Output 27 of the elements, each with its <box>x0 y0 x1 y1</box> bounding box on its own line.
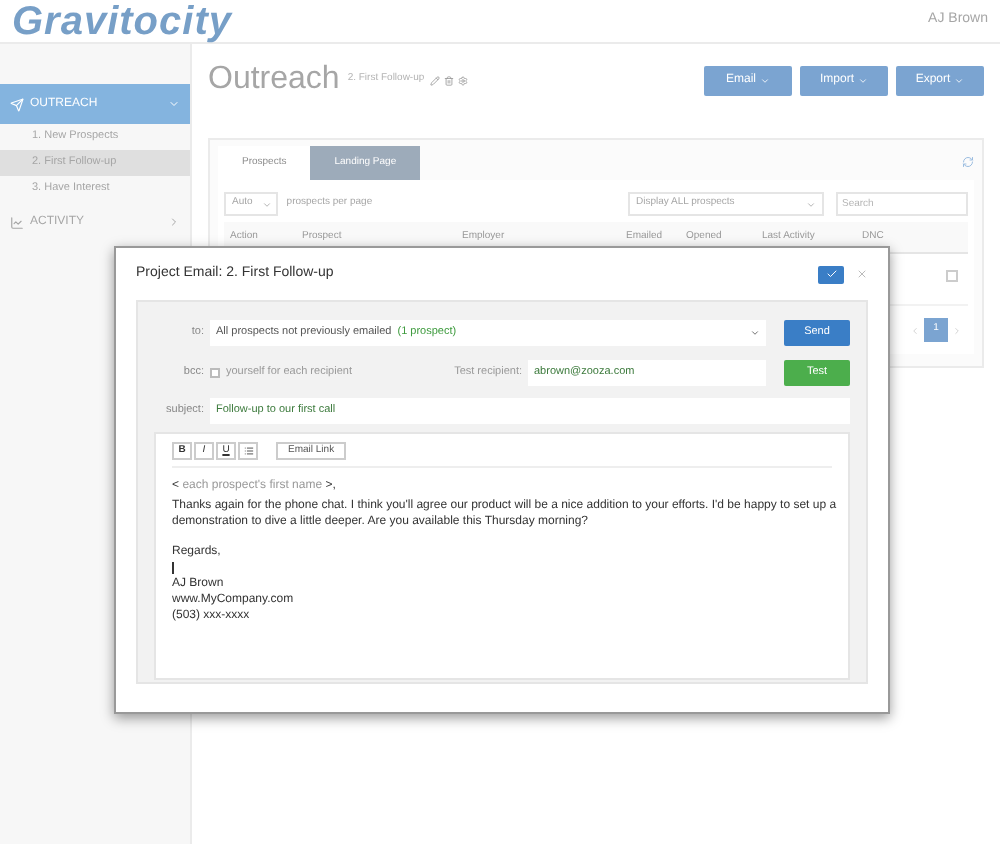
page-title: Outreach <box>208 60 340 100</box>
next-icon <box>952 325 962 335</box>
email-editor[interactable] <box>154 432 850 680</box>
row-checkbox[interactable] <box>946 270 958 282</box>
caret-icon <box>262 199 273 209</box>
chevron-icon <box>168 98 180 110</box>
edit-icon <box>430 75 441 85</box>
chevron-icon <box>168 216 180 228</box>
section-icon <box>10 215 24 229</box>
caret-icon <box>750 327 760 337</box>
caret-icon <box>954 75 965 85</box>
close-icon <box>856 268 868 280</box>
previous-icon <box>910 325 920 335</box>
check-icon <box>825 268 837 280</box>
caret-icon <box>858 75 868 85</box>
bcc-checkbox[interactable] <box>210 367 220 377</box>
text-cursor <box>172 562 174 574</box>
list-icon <box>243 445 253 455</box>
app-logo: Gravitocity <box>12 0 232 47</box>
list-button[interactable] <box>238 441 258 459</box>
caret-icon <box>760 75 770 85</box>
section-icon <box>10 97 24 111</box>
confirm-button[interactable] <box>818 265 844 283</box>
caret-icon <box>806 199 816 209</box>
settings-icon <box>458 75 469 85</box>
refresh-icon <box>962 156 974 168</box>
trash-icon <box>444 75 455 85</box>
